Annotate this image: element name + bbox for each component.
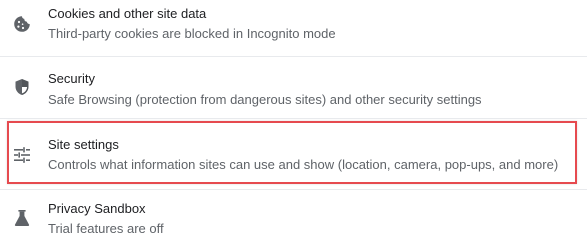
cookies-description: Third-party cookies are blocked in Incog… xyxy=(48,26,336,41)
security-title: Security xyxy=(48,71,95,86)
cookies-title: Cookies and other site data xyxy=(48,6,207,21)
tune-icon xyxy=(12,145,32,165)
privacy-sandbox-row[interactable]: Privacy Sandbox Trial features are off xyxy=(0,190,587,246)
site-settings-title: Site settings xyxy=(48,137,119,152)
privacy-security-list: Cookies and other site data Third-party … xyxy=(0,0,587,242)
cookie-icon xyxy=(12,14,32,34)
site-settings-row[interactable]: Site settings Controls what information … xyxy=(0,125,587,181)
divider xyxy=(0,56,587,57)
security-row[interactable]: Security Safe Browsing (protection from … xyxy=(0,62,587,118)
cookies-row[interactable]: Cookies and other site data Third-party … xyxy=(0,0,587,56)
flask-icon xyxy=(12,208,32,228)
divider xyxy=(0,118,587,119)
security-description: Safe Browsing (protection from dangerous… xyxy=(48,92,482,107)
privacy-sandbox-title: Privacy Sandbox xyxy=(48,201,146,216)
shield-icon xyxy=(12,77,32,97)
privacy-sandbox-description: Trial features are off xyxy=(48,221,164,236)
site-settings-description: Controls what information sites can use … xyxy=(48,157,559,172)
